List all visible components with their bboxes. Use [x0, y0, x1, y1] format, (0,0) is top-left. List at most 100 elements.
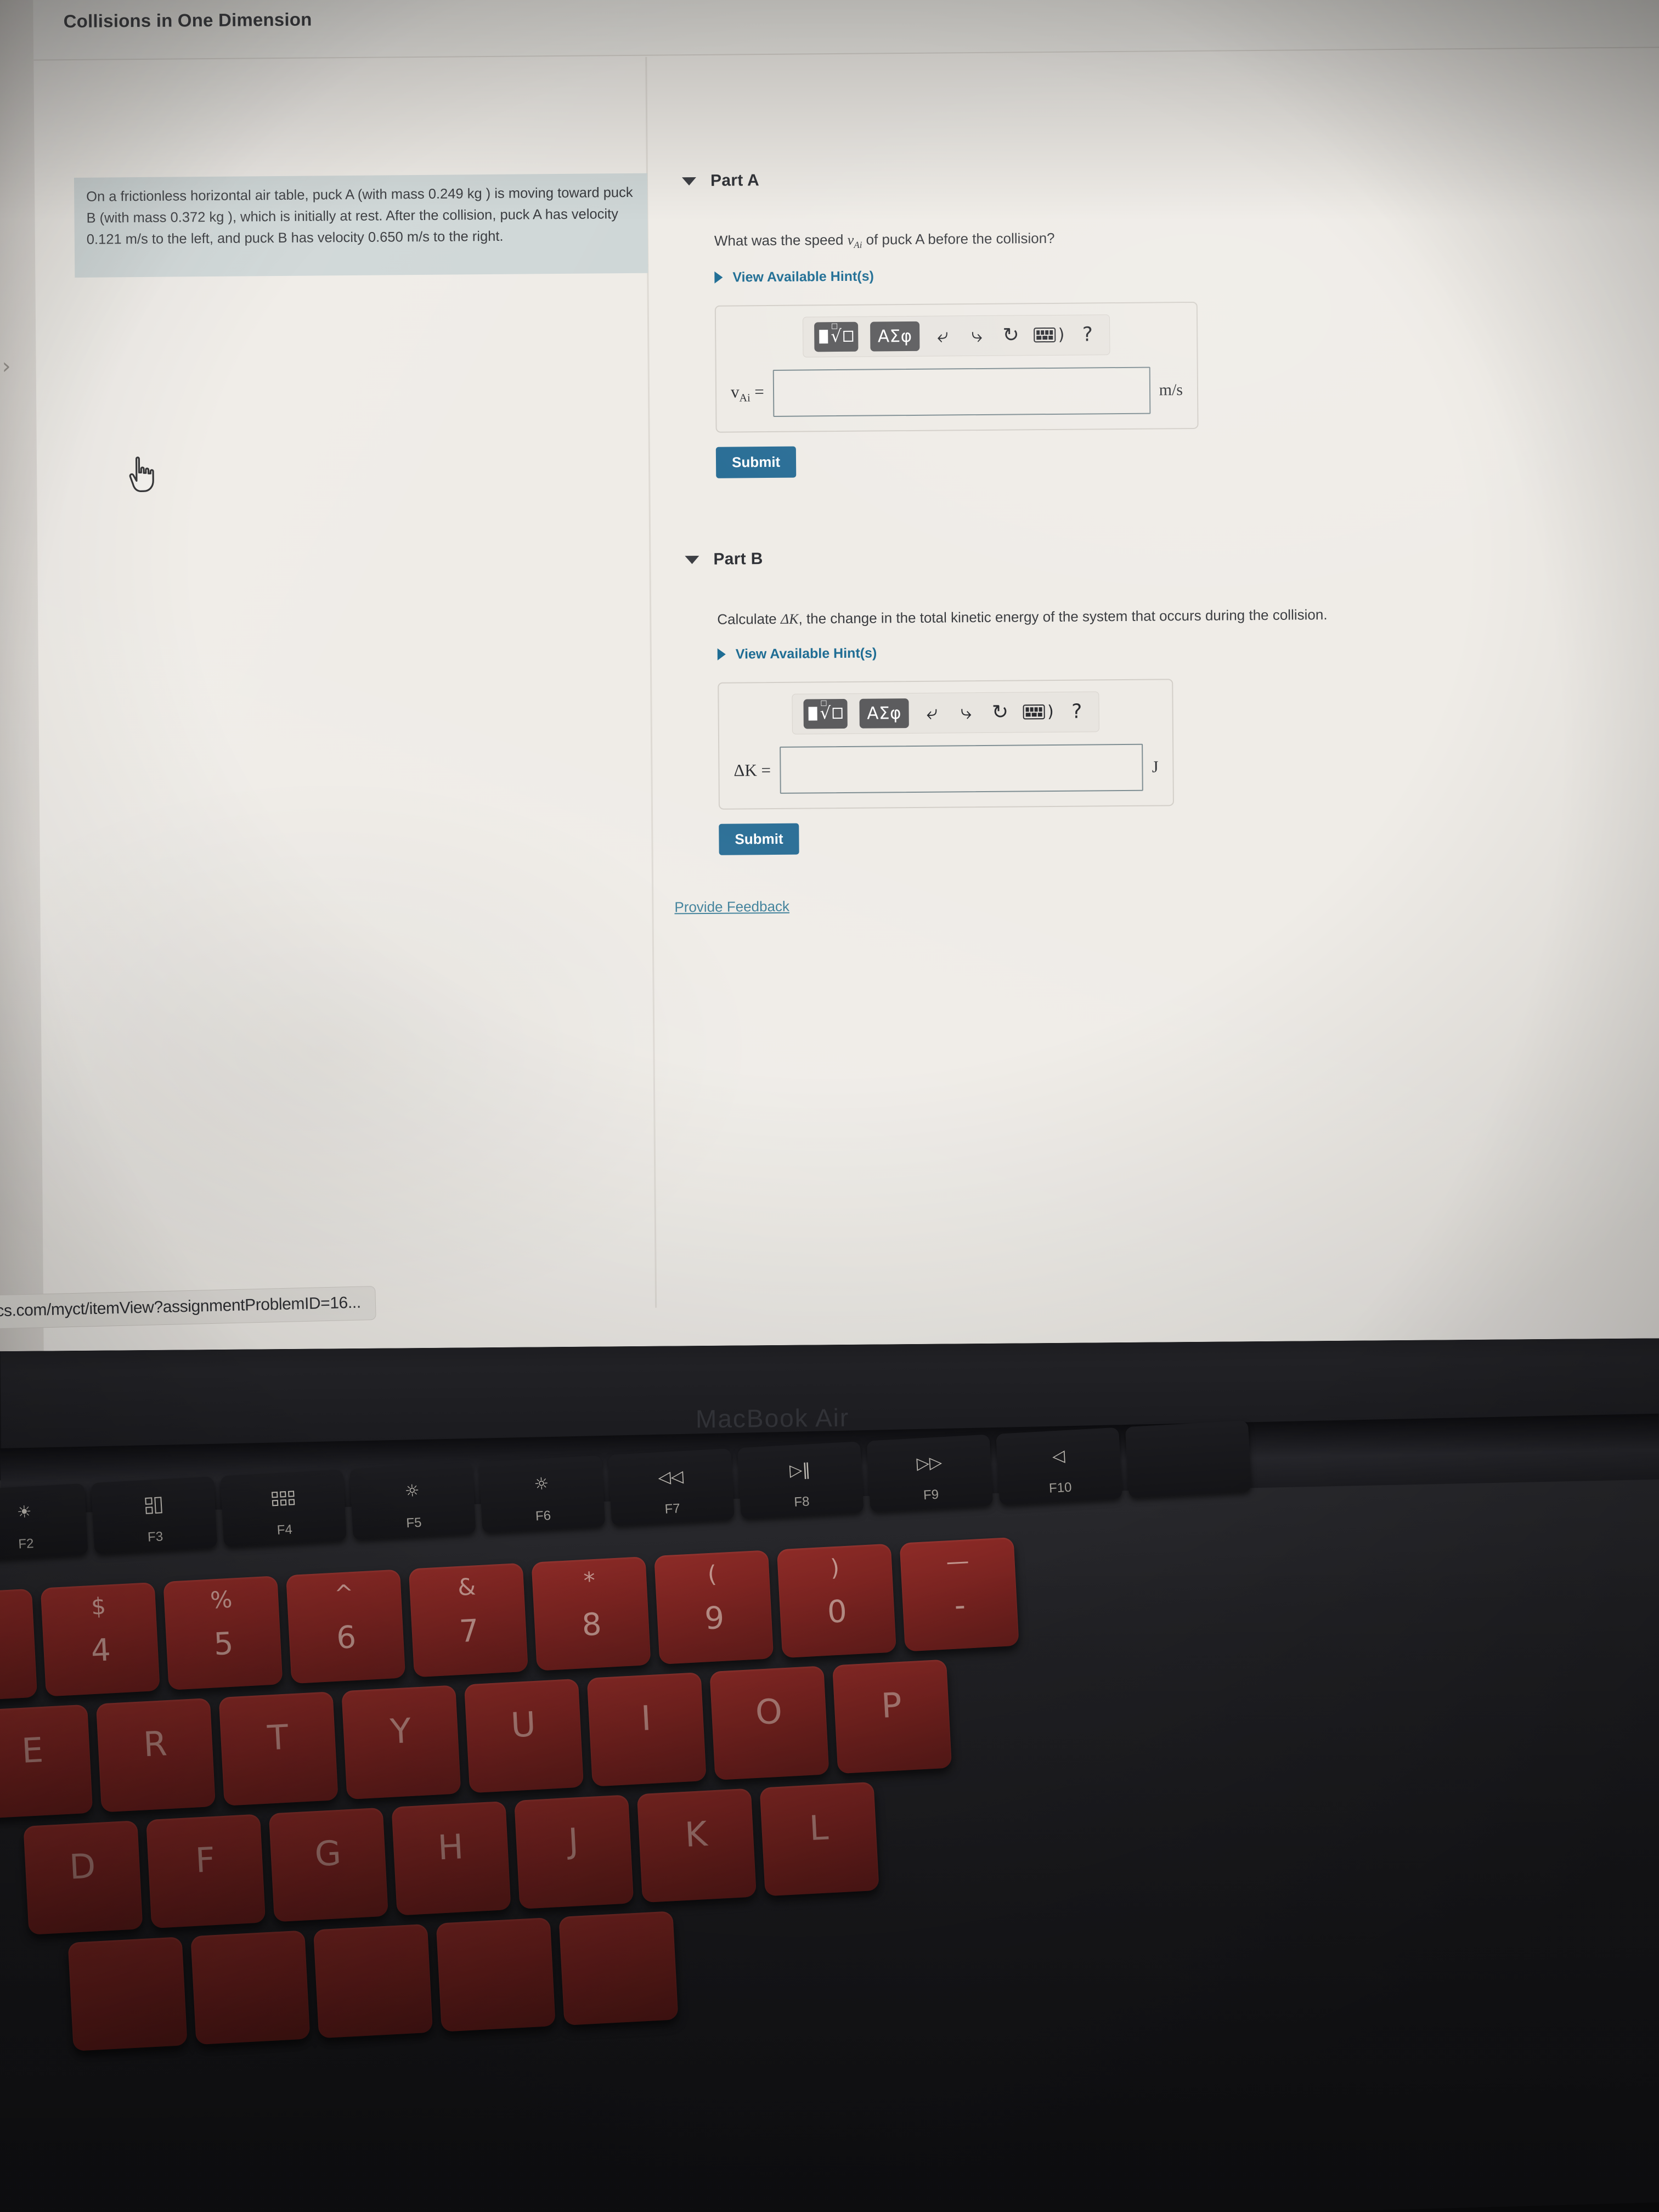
key-k[interactable]: K [636, 1788, 757, 1903]
key-n[interactable] [436, 1917, 556, 2032]
reset-circular-arrow-icon[interactable]: ↻ [989, 701, 1011, 723]
key-primary-label: 7 [458, 1613, 480, 1650]
key-y[interactable]: Y [341, 1685, 461, 1800]
hollow-square-icon [843, 330, 853, 342]
key-minus[interactable]: — - [899, 1537, 1019, 1652]
key-primary-label: - [953, 1587, 967, 1624]
part-b-submit-button[interactable]: Submit [719, 823, 799, 855]
math-template-button[interactable]: □ √ [814, 321, 859, 352]
key-primary-label: 9 [703, 1600, 725, 1637]
question-variable: v [847, 232, 854, 248]
chevron-right-icon[interactable]: › [2, 354, 10, 379]
fkey-f5[interactable]: ☼ F5 [349, 1462, 476, 1541]
key-shift-symbol: ( [707, 1560, 718, 1588]
radical-icon: □ √ [830, 322, 842, 347]
math-template-button[interactable]: □ √ [803, 698, 848, 729]
key-4[interactable]: $ 4 [40, 1582, 160, 1697]
part-a-answer-input[interactable] [772, 366, 1151, 417]
help-button[interactable]: ? [1066, 700, 1088, 723]
key-3[interactable]: # 3 [0, 1588, 38, 1703]
key-primary-label: O [754, 1691, 783, 1733]
greek-symbols-button[interactable]: ΑΣφ [859, 698, 910, 729]
key-o[interactable]: O [709, 1666, 830, 1780]
fkey-f6[interactable]: ☼ F6 [478, 1455, 606, 1533]
fkey-f2[interactable]: ☀ F2 [0, 1483, 88, 1561]
macbook-air-logo: MacBook Air [695, 1403, 850, 1434]
fkey-f3[interactable]: F3 [91, 1476, 218, 1555]
key-d[interactable]: D [23, 1820, 143, 1935]
help-button[interactable]: ? [1076, 323, 1098, 346]
key-v[interactable] [190, 1930, 311, 2045]
fkey-label: F2 [18, 1536, 35, 1552]
part-a-section: Part A What was the speed vAi of puck A … [681, 168, 1199, 478]
fkey-f10[interactable]: ◁ F10 [996, 1427, 1122, 1505]
caret-down-icon[interactable] [685, 555, 699, 564]
key-5[interactable]: % 5 [163, 1576, 283, 1690]
play-pause-icon: ▷‖ [789, 1460, 811, 1481]
key-8[interactable]: * 8 [531, 1556, 651, 1671]
redo-arrow-icon[interactable]: ⤷ [955, 701, 977, 724]
key-u[interactable]: U [464, 1678, 584, 1793]
key-primary-label: D [68, 1846, 97, 1887]
keyboard-backlight-down-icon: ☼ [404, 1481, 420, 1502]
fkey-label: F9 [923, 1487, 939, 1503]
key-shift-symbol: ) [830, 1554, 840, 1582]
key-b[interactable] [313, 1923, 433, 2039]
key-h[interactable]: H [391, 1801, 511, 1916]
key-m[interactable] [558, 1911, 679, 2025]
key-e[interactable]: E [0, 1704, 93, 1819]
provide-feedback-link[interactable]: Provide Feedback [674, 898, 789, 916]
fkey-f9[interactable]: ▷▷ F9 [866, 1434, 994, 1513]
screenshot-root: MacBook Air ☀ F2 F3 F4 ☼ F5 ☼ F6 ◁◁ F7 ▷… [0, 0, 1659, 2212]
greek-symbols-button[interactable]: ΑΣφ [870, 321, 920, 352]
fkey-f7[interactable]: ◁◁ F7 [608, 1448, 735, 1526]
rewind-icon: ◁◁ [657, 1466, 684, 1488]
fkey-label: F10 [1048, 1480, 1073, 1496]
fkey-f4[interactable]: F4 [220, 1469, 347, 1548]
caret-down-icon[interactable] [681, 177, 697, 185]
part-a-answer-panel: □ √ ΑΣφ ⤷ ⤷ ↻) ? vAi = m/s [714, 301, 1199, 433]
part-a-math-toolbar: □ √ ΑΣφ ⤷ ⤷ ↻) ? [802, 314, 1110, 358]
key-shift-symbol: & [457, 1573, 477, 1601]
key-shift-symbol: % [210, 1585, 233, 1614]
key-c[interactable] [67, 1937, 188, 2051]
key-i[interactable]: I [586, 1672, 707, 1787]
keyboard-icon[interactable]: ) [1034, 325, 1064, 345]
hollow-square-icon [832, 707, 843, 719]
key-l[interactable]: L [759, 1781, 879, 1897]
undo-arrow-icon[interactable]: ⤷ [921, 701, 943, 724]
key-9[interactable]: ( 9 [654, 1550, 774, 1664]
part-b-answer-input[interactable] [779, 743, 1144, 794]
key-primary-label: G [313, 1832, 342, 1875]
undo-arrow-icon[interactable]: ⤷ [932, 324, 953, 347]
redo-arrow-icon[interactable]: ⤷ [966, 324, 988, 347]
keyboard-icon[interactable]: ) [1023, 702, 1054, 721]
fkey-f8[interactable]: ▷‖ F8 [737, 1441, 864, 1520]
fkey-label: F6 [535, 1508, 551, 1524]
key-r[interactable]: R [95, 1697, 216, 1813]
key-0[interactable]: ) 0 [776, 1543, 896, 1658]
part-a-unit-label: m/s [1159, 380, 1183, 399]
mission-control-icon [145, 1493, 162, 1517]
key-6[interactable]: ^ 6 [286, 1569, 406, 1684]
reset-circular-arrow-icon[interactable]: ↻ [1000, 324, 1022, 346]
key-p[interactable]: P [832, 1659, 952, 1774]
laptop-screen: Collisions in One Dimension › On a frict… [0, 0, 1659, 1352]
key-j[interactable]: J [514, 1795, 634, 1909]
key-primary-label: 6 [335, 1619, 357, 1656]
part-a-label: Part A [710, 171, 760, 190]
part-b-hints-toggle[interactable]: View Available Hint(s) [717, 642, 1328, 663]
key-primary-label: I [640, 1697, 652, 1739]
part-a-header[interactable]: Part A [681, 168, 1197, 190]
part-a-hints-toggle[interactable]: View Available Hint(s) [714, 266, 1197, 286]
key-f[interactable]: F [146, 1814, 266, 1929]
fkey-label: F4 [276, 1522, 293, 1538]
key-t[interactable]: T [218, 1691, 338, 1806]
fast-forward-icon: ▷▷ [916, 1453, 943, 1474]
key-g[interactable]: G [268, 1807, 388, 1922]
part-a-submit-button[interactable]: Submit [715, 446, 797, 478]
fkey-f11[interactable] [1125, 1420, 1252, 1498]
key-7[interactable]: & 7 [408, 1562, 528, 1678]
question-variable: ΔK [780, 611, 799, 627]
key-primary-label: Y [389, 1710, 413, 1752]
